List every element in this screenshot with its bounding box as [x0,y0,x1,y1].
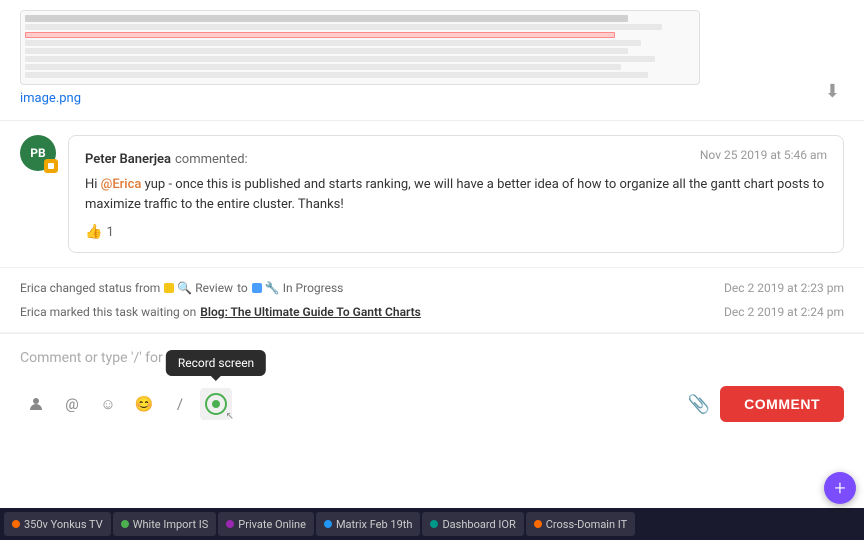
taskbar-item-5[interactable]: Cross-Domain IT [526,512,635,536]
status-from-label: Review [195,281,233,295]
avatar-badge [44,159,58,173]
comment-action: commented: [175,152,248,167]
fab-icon: + [834,476,845,500]
slash-command-btn[interactable]: / [164,388,196,420]
status-dot-yellow [164,283,174,293]
activity-time-2: Dec 2 2019 at 2:24 pm [724,305,844,319]
taskbar-label-5: Cross-Domain IT [546,518,627,531]
taskbar-label-3: Matrix Feb 19th [336,518,413,531]
person-icon-btn[interactable] [20,388,52,420]
status-dot-blue [252,283,262,293]
like-count: 1 [106,225,113,240]
taskbar-label-1: White Import IS [133,518,209,531]
comment-author: Peter Banerjea [85,152,171,167]
like-button[interactable]: 👍 1 [85,224,827,240]
fab-button[interactable]: + [824,472,856,504]
cursor-icon: ↖ [226,411,234,422]
record-screen-btn[interactable]: Record screen ↖ [200,388,232,420]
activity-link[interactable]: Blog: The Ultimate Guide To Gantt Charts [200,305,421,319]
taskbar-dot-3 [324,520,332,528]
download-icon[interactable]: ⬇ [821,77,844,106]
status-icon-search: 🔍 [177,281,192,295]
image-link[interactable]: image.png [20,91,821,106]
status-to-label: In Progress [283,281,344,295]
activity-prefix-1: Erica changed status from [20,281,160,295]
taskbar-dot-5 [534,520,542,528]
comment-timestamp: Nov 25 2019 at 5:46 am [700,148,827,167]
comment-section: PB Peter Banerjea commented: Nov 25 2019… [0,121,864,268]
comment-toolbar: @ ☺ 😊 / Record screen ↖ [20,380,844,422]
status-icon-wrench: 🔧 [265,281,280,295]
activity-to: to [237,281,248,295]
activity-row-2: Erica marked this task waiting on Blog: … [20,300,844,324]
image-section: image.png ⬇ [0,0,864,121]
taskbar-item-1[interactable]: White Import IS [113,512,217,536]
gif-emoji-btn[interactable]: ☺ [92,388,124,420]
taskbar: 350v Yonkus TV White Import IS Private O… [0,508,864,540]
activity-row-1: Erica changed status from 🔍 Review to 🔧 … [20,276,844,300]
record-dot-icon [212,400,220,408]
taskbar-label-4: Dashboard IOR [442,518,515,531]
image-thumbnail [20,10,700,85]
activity-time-1: Dec 2 2019 at 2:23 pm [724,281,844,295]
comment-bubble: Peter Banerjea commented: Nov 25 2019 at… [68,135,844,253]
emoji-btn[interactable]: 😊 [128,388,160,420]
activity-section: Erica changed status from 🔍 Review to 🔧 … [0,268,864,333]
activity-prefix-2: Erica marked this task waiting on [20,305,196,319]
taskbar-item-2[interactable]: Private Online [218,512,314,536]
taskbar-label-0: 350v Yonkus TV [24,518,103,531]
taskbar-label-2: Private Online [238,518,306,531]
comment-input-area: Comment or type '/' for commands @ ☺ 😊 / [0,333,864,508]
taskbar-dot-2 [226,520,234,528]
comment-button[interactable]: COMMENT [720,386,844,422]
taskbar-item-0[interactable]: 350v Yonkus TV [4,512,111,536]
comment-placeholder[interactable]: Comment or type '/' for commands [20,346,844,376]
record-circle-icon [205,393,227,415]
taskbar-item-4[interactable]: Dashboard IOR [422,512,523,536]
toolbar-left: @ ☺ 😊 / Record screen ↖ [20,388,232,420]
taskbar-dot-1 [121,520,129,528]
taskbar-item-3[interactable]: Matrix Feb 19th [316,512,421,536]
thumbs-up-icon: 👍 [85,224,102,240]
main-container: image.png ⬇ PB Peter Banerjea commented:… [0,0,864,540]
record-screen-tooltip: Record screen [166,350,266,376]
avatar: PB [20,135,56,253]
toolbar-right: 📎 COMMENT [688,386,844,422]
taskbar-dot-4 [430,520,438,528]
attach-icon[interactable]: 📎 [688,394,710,415]
comment-text: Hi @Erica yup - once this is published a… [85,175,827,214]
taskbar-dot-0 [12,520,20,528]
mention-icon-btn[interactable]: @ [56,388,88,420]
mention: @Erica [101,177,142,192]
